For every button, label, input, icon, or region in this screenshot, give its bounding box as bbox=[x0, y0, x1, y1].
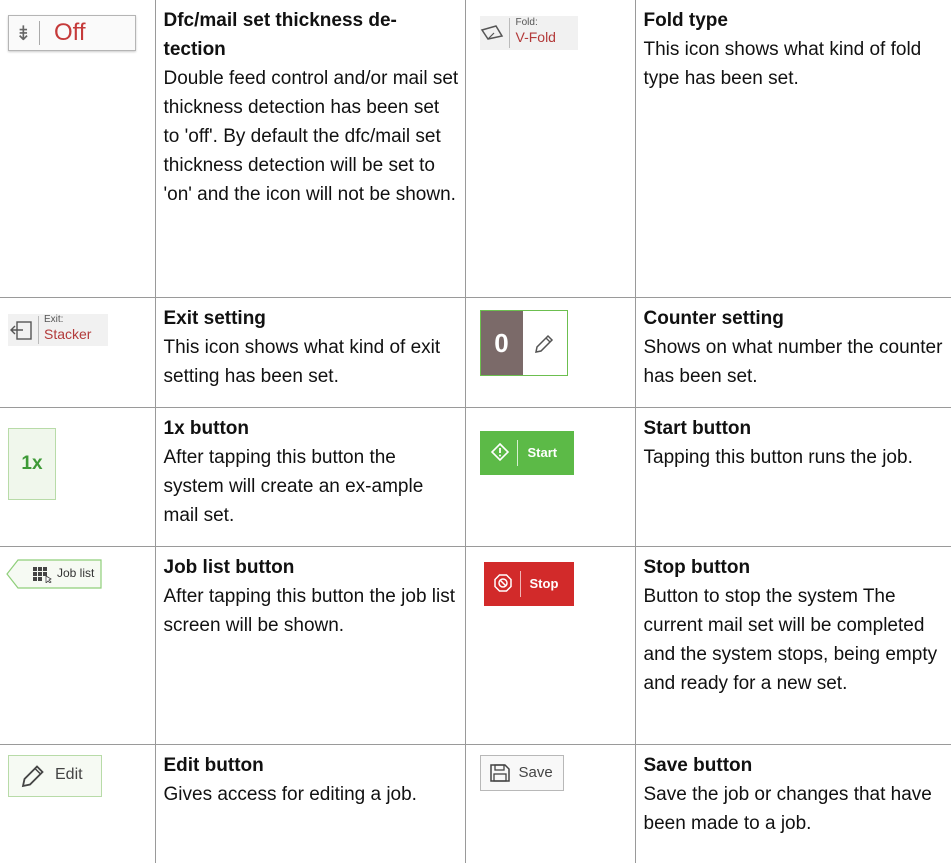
fold-value: V-Fold bbox=[515, 29, 556, 45]
description-cell: Dfc/mail set thickness de-tection Double… bbox=[154, 0, 466, 298]
description-cell: Counter setting Shows on what number the… bbox=[634, 296, 951, 408]
stop-icon bbox=[493, 573, 512, 592]
table-row: 1x 1x button After tapping this button t… bbox=[0, 406, 951, 547]
icon-cell: 1x bbox=[0, 406, 156, 547]
row-title: Edit button bbox=[163, 754, 264, 776]
description-cell: Fold type This icon shows what kind of f… bbox=[634, 0, 951, 298]
fold-type-indicator[interactable]: Fold: V-Fold bbox=[479, 16, 578, 50]
row-title: Job list button bbox=[163, 556, 295, 578]
row-title: Save button bbox=[643, 754, 753, 776]
row-title: Exit setting bbox=[163, 307, 266, 329]
row-description: Double feed control and/or mail set thic… bbox=[163, 68, 459, 205]
exit-icon bbox=[10, 320, 32, 340]
start-icon bbox=[490, 442, 509, 461]
start-label: Start bbox=[527, 444, 558, 460]
row-title: Counter setting bbox=[643, 307, 784, 329]
description-cell: Job list button After tapping this butto… bbox=[154, 545, 466, 745]
row-description: Save the job or changes that have been m… bbox=[643, 783, 932, 834]
icon-cell: Exit: Stacker bbox=[0, 296, 156, 408]
table-row: Edit Edit button Gives access for editin… bbox=[0, 743, 951, 863]
icon-cell: Fold: V-Fold bbox=[464, 0, 636, 298]
job-list-icon bbox=[33, 566, 52, 583]
job-list-button[interactable]: Job list bbox=[6, 558, 102, 589]
stop-button[interactable]: Stop bbox=[483, 561, 574, 606]
edit-button[interactable]: Edit bbox=[8, 754, 102, 797]
fold-caption: Fold: bbox=[515, 17, 538, 28]
row-description: This icon shows what kind of exit settin… bbox=[163, 336, 441, 387]
save-button[interactable]: Save bbox=[479, 754, 564, 791]
icon-cell: Start bbox=[464, 406, 636, 547]
save-icon bbox=[489, 763, 510, 782]
row-title: Fold type bbox=[643, 10, 728, 31]
icon-cell: 0 bbox=[464, 296, 636, 408]
row-title: Start button bbox=[643, 417, 752, 439]
fold-icon bbox=[480, 25, 503, 40]
icon-cell: Save bbox=[464, 743, 636, 863]
table-row: ⇟ Off Dfc/mail set thickness de-tection … bbox=[0, 0, 951, 298]
row-title: Dfc/mail set thickness de-tection bbox=[163, 10, 397, 60]
description-cell: 1x button After tapping this button the … bbox=[154, 406, 466, 547]
row-description: This icon shows what kind of fold type h… bbox=[643, 39, 922, 89]
icon-cell: Edit bbox=[0, 743, 156, 863]
row-description: Tapping this button runs the job. bbox=[643, 446, 913, 468]
job-list-label: Job list bbox=[57, 565, 95, 580]
icon-cell: Stop bbox=[464, 545, 636, 745]
row-description: Shows on what number the counter has bee… bbox=[643, 336, 943, 387]
row-title: 1x button bbox=[163, 417, 250, 439]
edit-label: Edit bbox=[55, 765, 83, 783]
row-description: After tapping this button the job list s… bbox=[163, 585, 456, 636]
row-description: After tapping this button the system wil… bbox=[163, 446, 424, 526]
pencil-icon bbox=[21, 764, 44, 787]
icon-reference-table: ⇟ Off Dfc/mail set thickness de-tection … bbox=[0, 0, 951, 863]
exit-setting-indicator[interactable]: Exit: Stacker bbox=[8, 313, 108, 346]
off-label: Off bbox=[54, 19, 86, 46]
description-cell: Start button Tapping this button runs th… bbox=[634, 406, 951, 547]
row-title: Stop button bbox=[643, 556, 751, 578]
dfc-off-icon: ⇟ bbox=[15, 21, 32, 45]
description-cell: Exit setting This icon shows what kind o… bbox=[154, 296, 466, 408]
icon-cell: Job list bbox=[0, 545, 156, 745]
pencil-icon bbox=[534, 334, 553, 353]
table-row: Job list Job list button After tapping t… bbox=[0, 545, 951, 745]
save-label: Save bbox=[518, 763, 553, 781]
description-cell: Edit button Gives access for editing a j… bbox=[154, 743, 466, 863]
counter-setting-button[interactable]: 0 bbox=[479, 309, 568, 376]
row-description: Gives access for editing a job. bbox=[163, 783, 417, 805]
icon-cell: ⇟ Off bbox=[0, 0, 156, 298]
row-description: Button to stop the system The current ma… bbox=[643, 585, 938, 694]
1x-button[interactable]: 1x bbox=[8, 427, 56, 500]
stop-label: Stop bbox=[529, 575, 559, 591]
description-cell: Save button Save the job or changes that… bbox=[634, 743, 951, 863]
description-cell: Stop button Button to stop the system Th… bbox=[634, 545, 951, 745]
exit-caption: Exit: bbox=[44, 313, 64, 325]
exit-value: Stacker bbox=[44, 325, 92, 342]
start-button[interactable]: Start bbox=[479, 430, 574, 475]
table-row: Exit: Stacker Exit setting This icon sho… bbox=[0, 296, 951, 408]
counter-value: 0 bbox=[480, 310, 523, 375]
dfc-off-indicator[interactable]: ⇟ Off bbox=[8, 15, 136, 51]
